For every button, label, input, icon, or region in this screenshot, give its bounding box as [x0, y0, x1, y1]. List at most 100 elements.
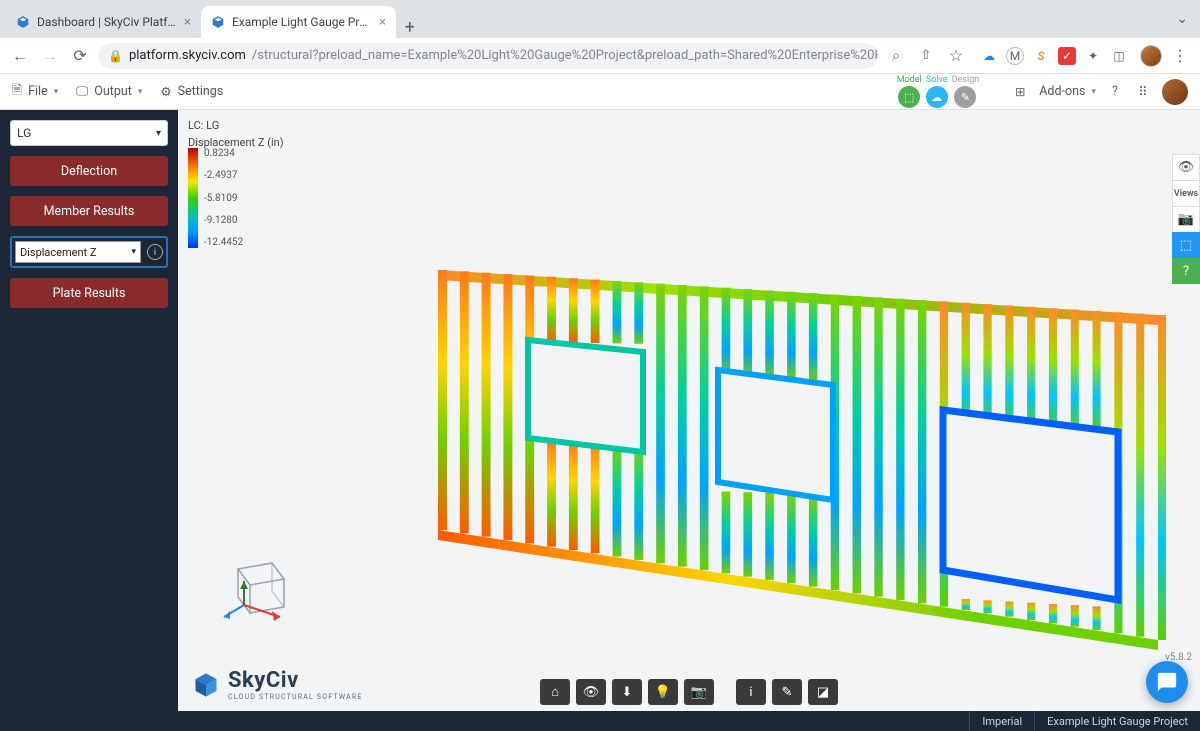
back-button[interactable]: ←: [8, 46, 32, 66]
edit-button[interactable]: ✎: [772, 679, 802, 705]
file-label: File: [28, 84, 48, 99]
addons-menu[interactable]: Add-ons▾: [1039, 84, 1096, 99]
visibility-button[interactable]: 👁: [1172, 154, 1200, 180]
eraser-button[interactable]: ◪: [808, 679, 838, 705]
star-icon[interactable]: ☆: [944, 46, 968, 65]
lock-icon: 🔒: [108, 49, 123, 63]
skyciv-mark-icon: [192, 671, 220, 699]
design-icon: ✎: [954, 86, 976, 108]
tab-title: Dashboard | SkyCiv Platform: [37, 15, 177, 29]
legend-ticks: 0.8234 -2.4937 -5.8109 -9.1280 -12.4452: [204, 148, 243, 248]
chevron-down-icon: ▾: [156, 128, 161, 139]
info-button[interactable]: i: [736, 679, 766, 705]
browser-tab-0[interactable]: Dashboard | SkyCiv Platform ×: [6, 6, 201, 38]
load-combo-select[interactable]: LG ▾: [10, 120, 168, 146]
lc-name: LC: LG: [188, 118, 284, 135]
forward-button[interactable]: →: [38, 46, 62, 66]
chat-button[interactable]: [1146, 661, 1188, 703]
chevron-down-icon: ▾: [138, 87, 143, 97]
reload-button[interactable]: ⟳: [68, 46, 92, 65]
output-menu[interactable]: 🖵 Output ▾: [76, 84, 142, 99]
solve-icon: ☁: [926, 86, 948, 108]
displacement-select[interactable]: Displacement Z ▾: [15, 241, 141, 263]
home-view-button[interactable]: ⌂: [540, 679, 570, 705]
settings-label: Settings: [178, 84, 224, 99]
toggle-visibility-button[interactable]: 👁: [576, 679, 606, 705]
url-field[interactable]: 🔒 platform.skyciv.com/structural?preload…: [98, 43, 878, 69]
search-icon[interactable]: ⌕: [884, 48, 908, 64]
download-button[interactable]: ⬇: [612, 679, 642, 705]
results-sidebar: LG ▾ Deflection Member Results Displacem…: [0, 110, 178, 731]
legend-tick: -5.8109: [204, 193, 243, 204]
chat-icon: [1156, 671, 1178, 693]
file-menu[interactable]: 🗎 File ▾: [12, 81, 58, 102]
extensions-icon[interactable]: ✦: [1084, 47, 1102, 65]
viewport-canvas[interactable]: LC: LG Displacement Z (in) 0.8234 -2.493…: [178, 110, 1200, 731]
mode-design[interactable]: Design✎: [952, 75, 980, 108]
apps-icon[interactable]: ⊞: [1011, 84, 1029, 100]
ext-icon[interactable]: ✓: [1058, 47, 1076, 65]
settings-menu[interactable]: ⚙ Settings: [160, 84, 223, 100]
apps-grid-icon[interactable]: ⠿: [1134, 84, 1152, 100]
browser-tab-1[interactable]: Example Light Gauge Project | ×: [201, 6, 396, 38]
model-icon: ⬚: [898, 86, 920, 108]
legend-tick: 0.8234: [204, 148, 243, 159]
user-avatar[interactable]: [1162, 79, 1188, 105]
brand-name: SkyCiv: [228, 668, 363, 693]
tabs-collapse-icon[interactable]: ⌄: [1176, 11, 1188, 27]
member-results-button[interactable]: Member Results: [10, 196, 168, 226]
app-topbar: 🗎 File ▾ 🖵 Output ▾ ⚙ Settings Model⬚ So…: [0, 74, 1200, 110]
status-bar: Imperial Example Light Gauge Project: [178, 711, 1200, 731]
ext-icon[interactable]: S: [1032, 47, 1050, 65]
profile-avatar[interactable]: [1140, 45, 1162, 67]
extensions-row: ☁ M S ✓ ✦ ◫: [974, 47, 1134, 65]
share-icon[interactable]: ⇧: [914, 48, 938, 63]
mode-model[interactable]: Model⬚: [897, 75, 922, 108]
url-path: /structural?preload_name=Example%20Light…: [252, 48, 878, 63]
viewport-toolbar: ⌂ 👁 ⬇ 💡 📷 i ✎ ◪: [540, 679, 838, 705]
deflection-button[interactable]: Deflection: [10, 156, 168, 186]
plate-results-button[interactable]: Plate Results: [10, 278, 168, 308]
chevron-down-icon: ▾: [1091, 87, 1096, 97]
new-tab-button[interactable]: +: [396, 17, 424, 38]
tab-title: Example Light Gauge Project |: [232, 15, 372, 29]
browser-address-bar: ← → ⟳ 🔒 platform.skyciv.com/structural?p…: [0, 38, 1200, 74]
browser-tab-strip: Dashboard | SkyCiv Platform × Example Li…: [0, 0, 1200, 38]
color-legend: 0.8234 -2.4937 -5.8109 -9.1280 -12.4452: [188, 148, 243, 248]
skyciv-favicon-icon: [16, 15, 30, 29]
sidepanel-icon[interactable]: ◫: [1110, 47, 1128, 65]
browser-menu-icon[interactable]: ⋮: [1168, 46, 1192, 65]
skyciv-app: 🗎 File ▾ 🖵 Output ▾ ⚙ Settings Model⬚ So…: [0, 74, 1200, 731]
url-domain: platform.skyciv.com: [129, 48, 246, 63]
mode-switcher: Model⬚ Solve☁ Design✎: [897, 75, 980, 108]
mode-solve[interactable]: Solve☁: [926, 75, 948, 108]
screenshot-button[interactable]: 📷: [684, 679, 714, 705]
ext-icon[interactable]: ☁: [980, 47, 998, 65]
help-icon[interactable]: ?: [1106, 84, 1124, 99]
lc-readout: LC: LG Displacement Z (in): [188, 118, 284, 151]
legend-tick: -12.4452: [204, 237, 243, 248]
units-cell[interactable]: Imperial: [969, 711, 1034, 731]
chevron-down-icon: ▾: [131, 247, 136, 257]
addons-row: ⊞ Add-ons▾ ? ⠿: [1011, 79, 1188, 105]
displacement-model: [438, 200, 1200, 650]
lightbulb-button[interactable]: 💡: [648, 679, 678, 705]
skyciv-logo: SkyCiv CLOUD STRUCTURAL SOFTWARE: [192, 668, 363, 701]
ext-icon[interactable]: M: [1006, 47, 1024, 65]
lc-value: LG: [17, 126, 31, 140]
skyciv-favicon-icon: [211, 15, 225, 29]
close-icon[interactable]: ×: [184, 15, 191, 30]
gear-icon: ⚙: [160, 84, 171, 100]
displacement-value: Displacement Z: [20, 246, 96, 259]
legend-gradient-bar: [188, 148, 198, 248]
displacement-select-wrap: Displacement Z ▾ i: [10, 236, 168, 268]
monitor-icon: 🖵: [76, 84, 88, 99]
info-icon[interactable]: i: [147, 244, 163, 260]
chevron-down-icon: ▾: [54, 87, 59, 97]
legend-tick: -2.4937: [204, 170, 243, 181]
project-cell[interactable]: Example Light Gauge Project: [1034, 711, 1200, 731]
legend-tick: -9.1280: [204, 215, 243, 226]
file-icon: 🗎: [12, 81, 22, 102]
axes-gizmo[interactable]: [218, 551, 298, 621]
close-icon[interactable]: ×: [379, 15, 386, 30]
